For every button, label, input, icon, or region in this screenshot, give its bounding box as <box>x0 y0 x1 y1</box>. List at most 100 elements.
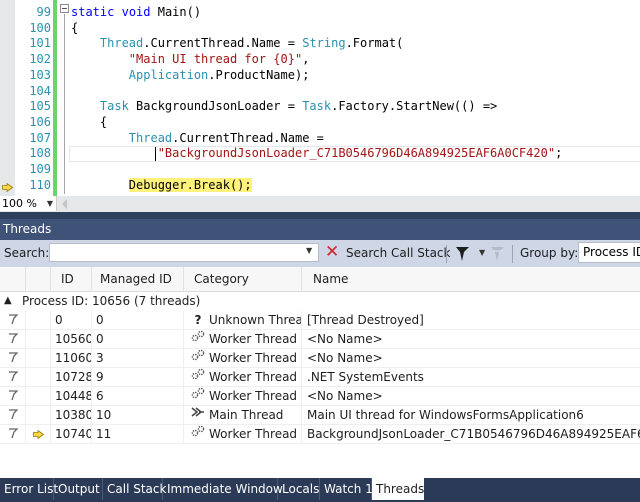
line-number: 102 <box>29 52 51 67</box>
current-statement-arrow-icon <box>2 183 13 192</box>
managed-id: 0 <box>92 330 184 348</box>
category-cell: Worker Thread <box>184 387 302 405</box>
zoom-level-dropdown[interactable]: 100 % ▼ <box>0 196 57 211</box>
category-cell: ? Unknown Thread <box>184 311 302 329</box>
type-token: Task <box>99 99 129 114</box>
process-group-label: Process ID: 10656 (7 threads) <box>22 294 201 308</box>
thread-row[interactable]: 10448 6 Worker Thread <No Name> <box>0 387 640 406</box>
flag-cell[interactable] <box>0 349 26 367</box>
code-text: { <box>71 114 107 130</box>
search-call-stack-label[interactable]: Search Call Stack <box>346 246 450 260</box>
column-header-category[interactable]: Category <box>184 267 302 291</box>
current-thread-cell <box>26 330 51 348</box>
worker-thread-icon <box>190 368 206 386</box>
string-token: "BackgroundJsonLoader_C71B0546796D46A894… <box>157 146 556 161</box>
column-header-name[interactable]: Name <box>302 267 640 291</box>
code-text: Debugger.Break(); <box>71 177 252 193</box>
thread-name: [Thread Destroyed] <box>307 313 424 327</box>
thread-row[interactable]: 10560 0 Worker Thread <No Name> <box>0 330 640 349</box>
flag-cell[interactable] <box>0 330 26 348</box>
code-line[interactable]: 109 <box>0 161 640 177</box>
flag-icon[interactable] <box>8 314 18 325</box>
current-thread-cell <box>26 425 51 443</box>
editor-status-bar <box>0 196 640 212</box>
flag-cell[interactable] <box>0 425 26 443</box>
line-number: 100 <box>29 20 51 35</box>
keyword-token: void <box>121 5 151 19</box>
thread-id: 10728 <box>51 368 92 386</box>
line-number: 106 <box>29 114 51 129</box>
code-editor[interactable]: 99 static void Main() 100{101 Thread.Curre… <box>0 0 640 196</box>
clear-search-icon[interactable]: ✕ <box>325 244 339 261</box>
category-cell: Worker Thread <box>184 330 302 348</box>
thread-row[interactable]: 0 0? Unknown Thread [Thread Destroyed] <box>0 311 640 330</box>
code-line[interactable]: 102 "Main UI thread for {0}", <box>0 51 640 67</box>
thread-row[interactable]: 11060 3 Worker Thread <No Name> <box>0 349 640 368</box>
code-line[interactable]: 110 Debugger.Break(); <box>0 177 640 193</box>
code-token: ; <box>555 146 563 161</box>
threads-window-title: Threads <box>3 222 52 236</box>
code-token: .ProductName); <box>208 67 310 82</box>
thread-row[interactable]: 10380 10 Main Thread Main UI thread for Win… <box>0 406 640 425</box>
category-label: Main Thread <box>209 408 284 422</box>
managed-id: 10 <box>92 406 184 424</box>
scroll-left-icon[interactable] <box>62 199 67 209</box>
flag-icon[interactable] <box>8 428 18 439</box>
flag-icon[interactable] <box>8 371 18 382</box>
flag-icon[interactable] <box>8 333 18 344</box>
flag-cell[interactable] <box>0 368 26 386</box>
category-label: Worker Thread <box>209 332 298 346</box>
column-header-flag[interactable] <box>0 267 26 291</box>
current-thread-cell <box>26 349 51 367</box>
type-token: Thread <box>128 130 173 145</box>
flag-icon[interactable] <box>8 409 18 420</box>
thread-name: <No Name> <box>307 389 383 403</box>
thread-row[interactable]: 10740 11 Worker Thread BackgroundJsonLoader… <box>0 425 640 444</box>
column-header-managed-id[interactable]: Managed ID <box>92 267 184 291</box>
zoom-level-value: 100 % <box>2 197 37 210</box>
code-token: .CurrentThread.Name = <box>143 36 303 51</box>
search-history-chevron-icon[interactable]: ▼ <box>306 246 312 255</box>
collapse-group-icon[interactable]: ▲ <box>4 292 12 310</box>
code-line[interactable]: 101 Thread.CurrentThread.Name = String.F… <box>0 35 640 51</box>
tab-immediate-window[interactable]: Immediate Window <box>163 478 283 500</box>
unflag-all-icon[interactable] <box>490 246 506 262</box>
current-thread-cell <box>26 406 51 424</box>
group-by-label: Group by: <box>520 246 579 260</box>
code-line[interactable]: 107 Thread.CurrentThread.Name = <box>0 130 640 146</box>
line-number: 101 <box>29 36 51 51</box>
code-line[interactable]: 103 Application.ProductName); <box>0 67 640 83</box>
code-line[interactable]: 100 { <box>0 20 640 36</box>
tab-watch-1[interactable]: Watch 1 <box>320 478 373 500</box>
flag-cell[interactable] <box>0 406 26 424</box>
flag-icon[interactable] <box>8 390 18 401</box>
flag-filter-icon[interactable] <box>455 246 471 262</box>
thread-name: <No Name> <box>307 351 383 365</box>
tab-output[interactable]: Output <box>54 478 103 500</box>
code-token: BackgroundJsonLoader = <box>128 99 303 114</box>
flag-cell[interactable] <box>0 311 26 329</box>
column-header-current[interactable] <box>26 267 51 291</box>
code-line[interactable]: 105 Task BackgroundJsonLoader = Task.Fac… <box>0 98 640 114</box>
tab-threads[interactable]: Threads <box>372 478 424 500</box>
flag-icon[interactable] <box>8 352 18 363</box>
code-line[interactable]: 104 <box>0 83 640 99</box>
tab-call-stack[interactable]: Call Stack <box>103 478 166 500</box>
flag-cell[interactable] <box>0 387 26 405</box>
group-by-dropdown[interactable]: Process ID <box>578 242 640 263</box>
search-input[interactable] <box>49 243 319 262</box>
code-line[interactable]: 99 static void Main() <box>0 4 640 20</box>
tab-locals[interactable]: Locals <box>278 478 320 500</box>
filter-dropdown-chevron-icon[interactable]: ▼ <box>479 248 485 257</box>
tab-error-list[interactable]: Error List <box>0 478 58 500</box>
keyword-token: static <box>71 5 115 19</box>
column-header-id[interactable]: ID <box>51 267 92 291</box>
thread-row[interactable]: 10728 9 Worker Thread .NET SystemEvents <box>0 368 640 387</box>
code-line[interactable]: 106 { <box>0 114 640 130</box>
code-line[interactable]: 108 "BackgroundJsonLoader_C71B0546796D46… <box>0 145 640 161</box>
